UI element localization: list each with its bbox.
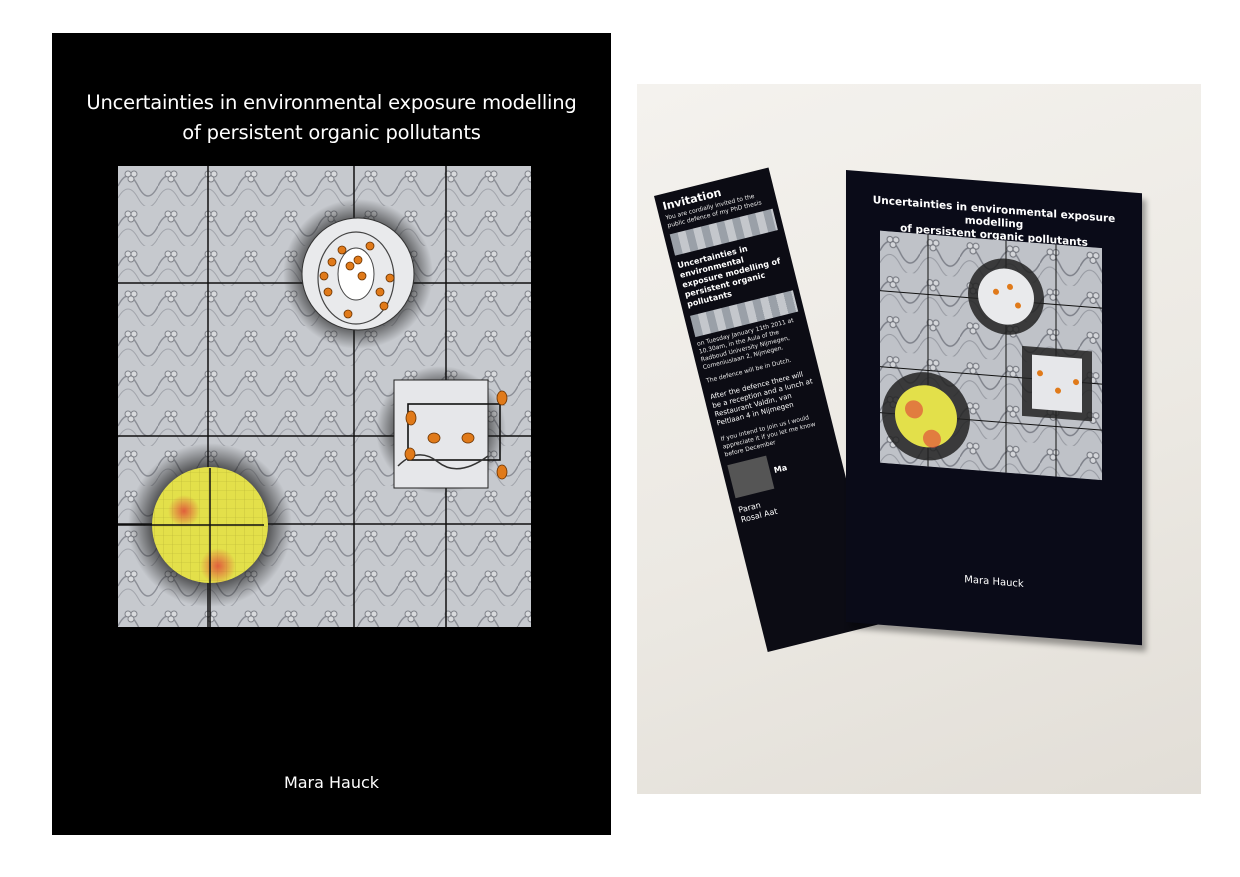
printed-book: Uncertainties in environmental exposure …: [846, 170, 1142, 646]
book-author: Mara Hauck: [964, 574, 1024, 590]
cover-artwork: [118, 166, 531, 627]
thesis-cover: Uncertainties in environmental exposure …: [52, 33, 611, 835]
bookmark-paranymphs: Paran Rosal Aat: [737, 500, 779, 525]
book-artwork: [880, 230, 1102, 481]
cover-title-line-2: of persistent organic pollutants: [182, 121, 481, 144]
cover-title-line-1: Uncertainties in environmental exposure …: [86, 91, 577, 114]
book-artwork-graphic: [880, 230, 1102, 481]
bookmark-sign: Ma: [772, 463, 789, 475]
cover-title: Uncertainties in environmental exposure …: [52, 88, 611, 148]
cover-artwork-graphic: [118, 166, 531, 627]
author-photo: [727, 455, 775, 499]
cover-author: Mara Hauck: [283, 773, 380, 792]
